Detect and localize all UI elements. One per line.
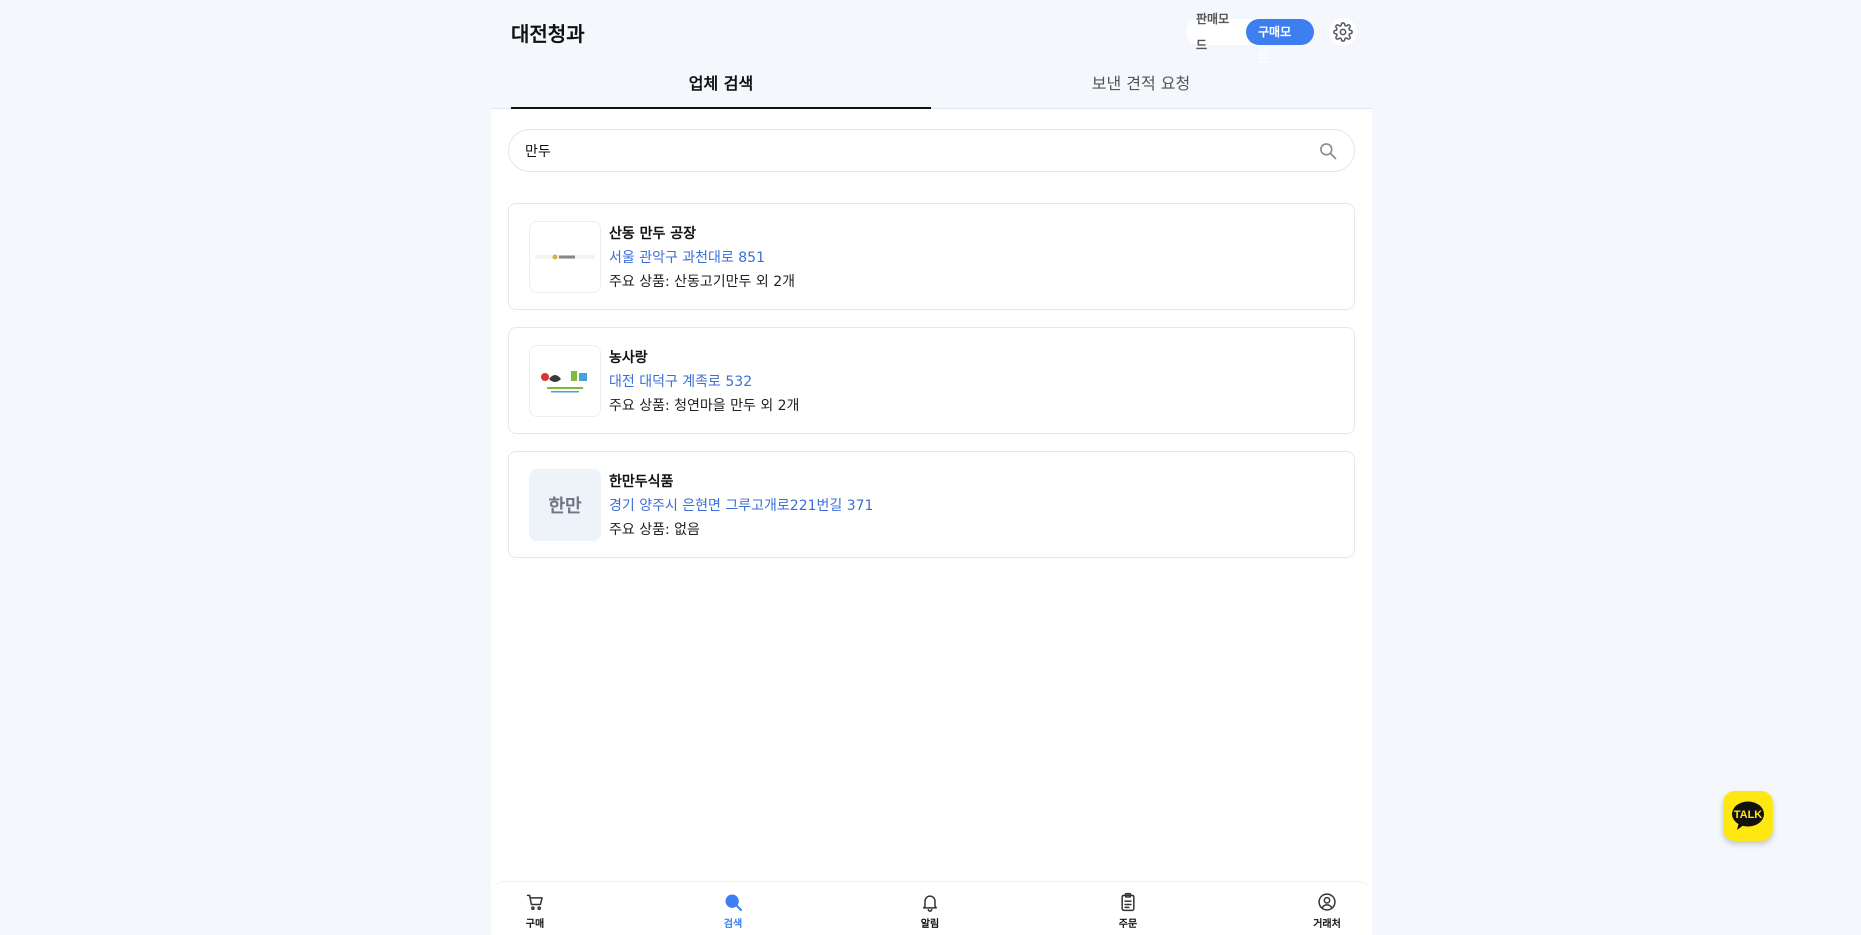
- kakao-talk-button[interactable]: TALK: [1723, 791, 1773, 841]
- company-address: 대전 대덕구 계족로 532: [609, 374, 753, 390]
- company-logo: [529, 345, 601, 417]
- chat-bubble-icon: TALK: [1732, 801, 1764, 830]
- nav-search[interactable]: 검색: [703, 892, 763, 930]
- company-products: 주요 상품: 청연마을 만두 외 2개: [609, 398, 800, 414]
- nav-alerts[interactable]: 알림: [900, 892, 960, 930]
- nav-buy[interactable]: 구매: [505, 892, 565, 930]
- talk-label: TALK: [1734, 809, 1763, 821]
- nav-partners-label: 거래처: [1313, 919, 1341, 930]
- logo-placeholder-text: 한만: [548, 496, 582, 517]
- nav-buy-label: 구매: [525, 919, 545, 930]
- company-name: 농사랑: [609, 350, 648, 366]
- search-icon: [725, 894, 742, 911]
- company-name: 한만두식품: [609, 474, 674, 490]
- brand-title: 대전청과: [511, 22, 585, 46]
- search-input[interactable]: [525, 130, 1305, 171]
- bottom-nav: 구매 검색 알림 주문 거래처: [491, 881, 1372, 935]
- company-logo-placeholder: 한만: [529, 469, 601, 541]
- tab-bar: 업체 검색 보낸 견적 요청: [491, 64, 1372, 109]
- nav-orders-label: 주문: [1118, 919, 1138, 930]
- tab-sent-quote-requests[interactable]: 보낸 견적 요청: [931, 64, 1351, 109]
- mode-toggle: 판매모드 구매모드: [1186, 12, 1314, 65]
- buy-mode-button[interactable]: 구매모드: [1246, 19, 1314, 65]
- tab-company-search[interactable]: 업체 검색: [511, 64, 931, 109]
- nav-search-label: 검색: [723, 919, 743, 930]
- company-address: 경기 양주시 은현면 그루고개로221번길 371: [609, 498, 874, 514]
- company-name: 산동 만두 공장: [609, 226, 697, 242]
- cart-icon: [526, 894, 543, 911]
- header: 대전청과 판매모드 구매모드: [491, 0, 1372, 65]
- company-products: 주요 상품: 산동고기만두 외 2개: [609, 274, 795, 290]
- nav-orders[interactable]: 주문: [1098, 892, 1158, 930]
- sell-mode-button[interactable]: 판매모드: [1186, 6, 1246, 58]
- nav-partners[interactable]: 거래처: [1297, 892, 1357, 930]
- search-icon[interactable]: [1318, 141, 1338, 161]
- company-card[interactable]: 한만 한만두식품 경기 양주시 은현면 그루고개로221번길 371 주요 상품…: [508, 451, 1355, 558]
- search-bar: [508, 129, 1355, 172]
- nav-alerts-label: 알림: [920, 919, 940, 930]
- clipboard-icon: [1121, 892, 1135, 912]
- app-container: 대전청과 판매모드 구매모드 업체 검색 보낸 견적 요청 만두 산동 만두 공…: [491, 0, 1372, 935]
- company-address: 서울 관악구 과천대로 851: [609, 250, 765, 266]
- company-products: 주요 상품: 없음: [609, 522, 700, 538]
- company-card[interactable]: 산동 만두 공장 서울 관악구 과천대로 851 주요 상품: 산동고기만두 외…: [508, 203, 1355, 310]
- company-logo: [529, 221, 601, 293]
- bell-icon: [923, 895, 937, 912]
- settings-button[interactable]: [1329, 18, 1357, 46]
- company-card[interactable]: 농사랑 대전 대덕구 계족로 532 주요 상품: 청연마을 만두 외 2개: [508, 327, 1355, 434]
- gear-icon: [1333, 22, 1353, 42]
- user-circle-icon: [1318, 893, 1336, 911]
